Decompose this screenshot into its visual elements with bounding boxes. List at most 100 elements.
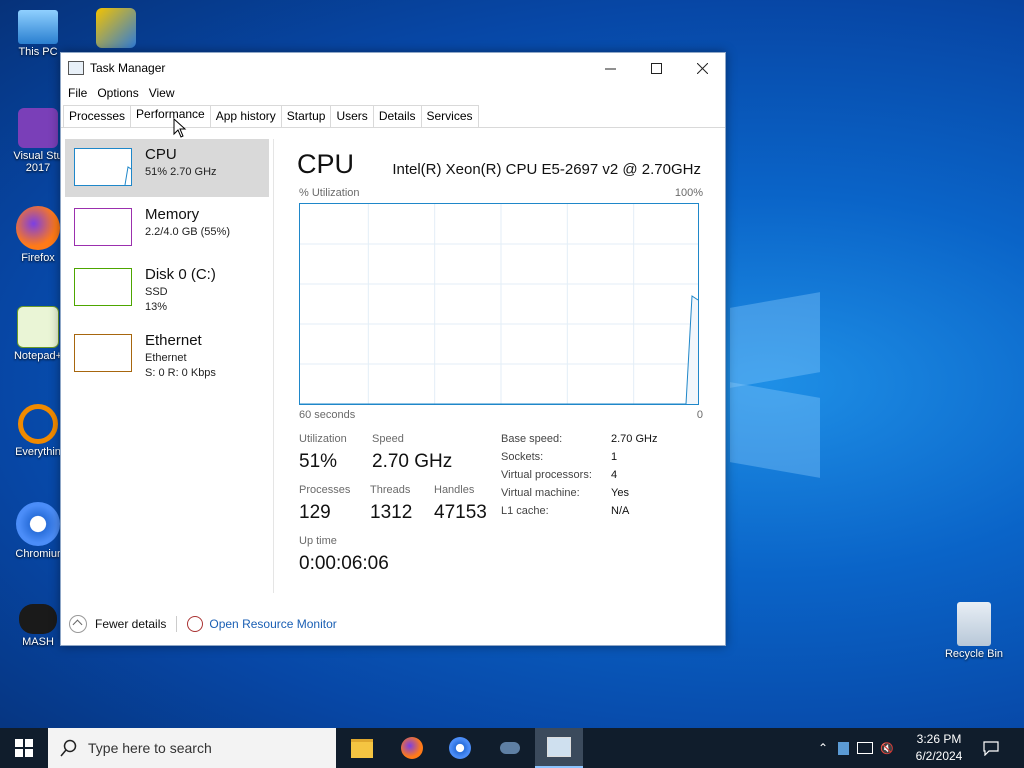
resource-name: Ethernet [145,332,202,349]
taskbar-file-explorer[interactable] [338,728,386,768]
start-button[interactable] [0,728,48,768]
resource-detail: SSD [145,286,168,298]
taskbar-mash[interactable] [486,728,534,768]
system-tray: ⌃ 🔇 [814,728,898,768]
taskbar-search-box[interactable]: Type here to search [48,728,336,768]
mash-icon [500,742,520,754]
wallpaper-pane [730,292,820,388]
threads-value: 1312 [370,502,413,523]
resource-name: Disk 0 (C:) [145,266,216,283]
memory-thumbnail-graph [74,208,132,246]
spec-value: Yes [611,487,629,499]
task-manager-window: Task Manager File Options View Processes… [60,52,726,646]
taskbar-task-manager[interactable] [535,728,583,768]
spec-value: 2.70 GHz [611,433,658,445]
disk-thumbnail-graph [74,268,132,306]
spec-value: N/A [611,505,630,517]
title-bar[interactable]: Task Manager [61,53,725,83]
menu-options[interactable]: Options [92,86,143,100]
cpu-detail-panel: CPU Intel(R) Xeon(R) CPU E5-2697 v2 @ 2.… [297,129,707,599]
fewer-details-button[interactable]: Fewer details [69,615,166,633]
desktop-icon-recycle-bin[interactable]: Recycle Bin [938,602,1010,660]
spec-value: 4 [611,469,618,481]
desktop-icon-this-pc[interactable]: This PC [2,10,74,58]
spec-key: L1 cache: [501,505,549,517]
cpu-model-name: Intel(R) Xeon(R) CPU E5-2697 v2 @ 2.70GH… [392,161,701,178]
resource-item-ethernet[interactable]: Ethernet Ethernet S: 0 R: 0 Kbps [65,325,269,383]
minimize-button[interactable] [587,53,633,83]
tab-processes[interactable]: Processes [63,105,132,127]
resource-list: CPU 51% 2.70 GHz Memory 2.2/4.0 GB (55%)… [61,139,274,593]
page-title: CPU [297,149,355,179]
tab-app-history[interactable]: App history [209,105,282,127]
spec-key: Virtual processors: [501,469,592,481]
cpu-thumbnail-graph [74,148,132,186]
processes-value: 129 [299,502,331,523]
tray-app-icon[interactable] [832,741,854,755]
resource-name: CPU [145,146,177,163]
minimize-icon [604,68,616,69]
uptime-value: 0:00:06:06 [299,553,389,574]
close-icon [696,62,708,74]
taskbar-clock[interactable]: 3:26 PM 6/2/2024 [906,731,972,765]
everything-search-icon [18,404,58,444]
network-icon[interactable] [854,742,876,754]
tab-users[interactable]: Users [330,105,374,127]
tab-performance[interactable]: Performance [130,105,211,127]
computer-icon [18,10,58,44]
threads-label: Threads [370,484,411,496]
cpu-utilization-line [300,295,699,405]
ethernet-thumbnail-graph [74,334,132,372]
utilization-label: Utilization [299,433,347,445]
chromium-icon [16,502,60,546]
clock-time: 3:26 PM [916,732,962,746]
window-title: Task Manager [90,61,166,75]
taskbar-firefox[interactable] [388,728,436,768]
clock-date: 6/2/2024 [915,749,963,763]
notification-icon [983,741,999,756]
performance-content: CPU 51% 2.70 GHz Memory 2.2/4.0 GB (55%)… [61,129,725,603]
notification-center-button[interactable] [968,728,1014,768]
footer-bar: Fewer details Open Resource Monitor [61,605,725,643]
window-controls [587,53,725,83]
maximize-button[interactable] [633,53,679,83]
resource-detail: 51% 2.70 GHz [145,166,217,178]
task-manager-app-icon [68,61,84,75]
recycle-bin-icon [957,602,991,646]
open-resource-monitor-label: Open Resource Monitor [209,617,337,631]
folder-icon [351,738,373,758]
task-manager-icon [547,737,571,757]
resource-detail-2: 13% [145,301,168,313]
resource-item-memory[interactable]: Memory 2.2/4.0 GB (55%) [65,199,269,257]
tab-services[interactable]: Services [420,105,479,127]
chevron-up-icon[interactable]: ⌃ [814,741,832,755]
maximize-icon [650,62,662,74]
taskbar-chromium[interactable] [436,728,484,768]
open-resource-monitor-link[interactable]: Open Resource Monitor [187,616,337,632]
menu-bar: File Options View [61,83,725,103]
cpu-utilization-area [300,296,698,404]
resource-item-disk[interactable]: Disk 0 (C:) SSD 13% [65,259,269,317]
utilization-value: 51% [299,451,338,472]
spec-key: Sockets: [501,451,544,463]
cpu-utilization-chart [300,204,699,405]
search-placeholder: Type here to search [88,740,212,756]
tab-startup[interactable]: Startup [280,105,332,127]
cpu-utilization-graph [299,203,699,405]
desktop-icon-installer[interactable] [80,8,152,50]
notepadpp-icon [17,306,59,348]
visual-studio-icon [18,108,58,148]
volume-muted-icon[interactable]: 🔇 [876,742,898,755]
uptime-label: Up time [299,535,337,547]
speed-value: 2.70 GHz [372,451,453,472]
spec-key: Base speed: [501,433,563,445]
handles-label: Handles [434,484,475,496]
resource-item-cpu[interactable]: CPU 51% 2.70 GHz [65,139,269,197]
cpu-thumbnail-line [124,166,132,186]
close-button[interactable] [679,53,725,83]
menu-file[interactable]: File [63,86,92,100]
search-icon [60,739,77,757]
mouse-cursor-icon [173,118,187,138]
tab-details[interactable]: Details [372,105,422,127]
menu-view[interactable]: View [144,86,180,100]
